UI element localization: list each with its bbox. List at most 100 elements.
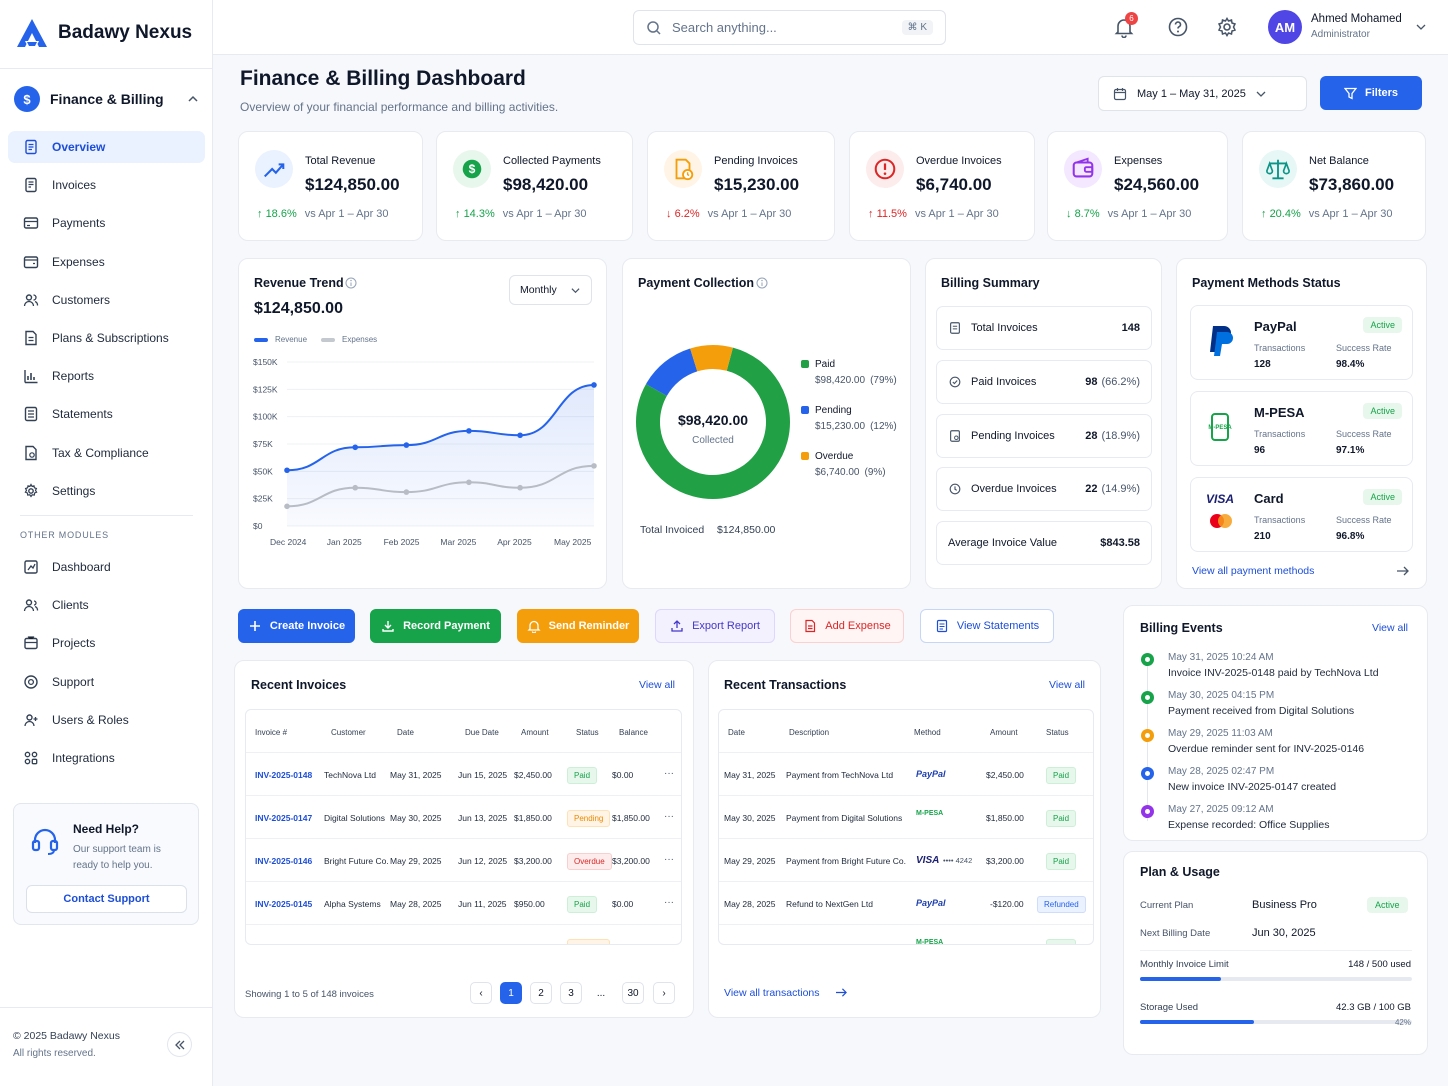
- expenses-point[interactable]: [284, 503, 290, 510]
- table-cell: May 29, 2025: [390, 856, 442, 866]
- billing-row-total-invoices[interactable]: Total Invoices 148: [936, 306, 1152, 350]
- sidebar-item-integrations[interactable]: Integrations: [8, 742, 205, 774]
- event-text[interactable]: Expense recorded: Office Supplies: [1168, 819, 1329, 831]
- more-actions-icon[interactable]: ···: [664, 768, 674, 779]
- sidebar-item-support[interactable]: Support: [8, 666, 205, 698]
- sidebar-item-tax-compliance[interactable]: Tax & Compliance: [8, 437, 205, 469]
- collapse-sidebar-button[interactable]: [167, 1032, 192, 1057]
- payment-methods-title: Payment Methods Status: [1192, 276, 1341, 290]
- sidebar-item-users-roles[interactable]: Users & Roles: [8, 704, 205, 736]
- date-range-picker[interactable]: May 1 – May 31, 2025: [1098, 76, 1307, 111]
- kpi-pending-invoices[interactable]: Pending Invoices $15,230.00 ↓ 6.2% vs Apr 1…: [647, 131, 835, 241]
- sidebar-item-overview[interactable]: Overview: [8, 131, 205, 163]
- chevron-down-icon[interactable]: [1416, 22, 1426, 32]
- invoices-view-all-link[interactable]: View all: [639, 679, 675, 691]
- billing-row-average-invoice-value[interactable]: Average Invoice Value $843.58: [936, 521, 1152, 565]
- events-view-all-link[interactable]: View all: [1372, 622, 1408, 634]
- revenue-point[interactable]: [403, 442, 410, 448]
- user-name[interactable]: Ahmed Mohamed: [1311, 13, 1402, 25]
- info-icon[interactable]: [756, 277, 768, 289]
- invoice-link[interactable]: INV-2025-0147: [255, 813, 312, 823]
- sidebar-item-settings[interactable]: Settings: [8, 475, 205, 507]
- sidebar-item-expenses[interactable]: Expenses: [8, 246, 205, 278]
- send-reminder-button[interactable]: Send Reminder: [517, 609, 639, 643]
- notification-badge: 6: [1125, 12, 1138, 25]
- period-select[interactable]: Monthly: [509, 275, 592, 305]
- invoice-link[interactable]: INV-2025-0148: [255, 770, 312, 780]
- event-text[interactable]: Payment received from Digital Solutions: [1168, 705, 1354, 717]
- help-icon[interactable]: [1167, 16, 1189, 38]
- revenue-point[interactable]: [284, 467, 290, 474]
- payment-method-paypal[interactable]: PayPal Active Transactions Success Rate 128 9…: [1190, 305, 1413, 380]
- kpi-net-balance[interactable]: Net Balance $73,860.00 ↑ 20.4% vs Apr 1 – A…: [1242, 131, 1426, 241]
- expenses-point[interactable]: [403, 489, 410, 495]
- sidebar-item-plans-subscriptions[interactable]: Plans & Subscriptions: [8, 322, 205, 354]
- brand-logo[interactable]: Badawy Nexus: [16, 18, 192, 48]
- revenue-point[interactable]: [466, 428, 472, 434]
- view-all-transactions-link[interactable]: View all transactions: [724, 987, 820, 999]
- invoice-link[interactable]: INV-2025-0145: [255, 899, 312, 909]
- event-text[interactable]: Overdue reminder sent for INV-2025-0146: [1168, 743, 1364, 755]
- revenue-point[interactable]: [591, 382, 597, 388]
- view-statements-button[interactable]: View Statements: [920, 609, 1054, 643]
- contact-support-button[interactable]: Contact Support: [26, 885, 187, 913]
- pagination-page[interactable]: 30: [622, 982, 644, 1004]
- search-input[interactable]: Search anything...: [672, 20, 777, 35]
- view-all-payment-methods-link[interactable]: View all payment methods: [1192, 565, 1314, 577]
- export-report-button[interactable]: Export Report: [655, 609, 775, 643]
- donut-center-label: Collected: [692, 435, 734, 446]
- sidebar-item-customers[interactable]: Customers: [8, 284, 205, 316]
- kpi-overdue-invoices[interactable]: Overdue Invoices $6,740.00 ↑ 11.5% vs Apr 1…: [849, 131, 1035, 241]
- kpi-total-revenue[interactable]: Total Revenue $124,850.00 ↑ 18.6% vs Apr 1 …: [238, 131, 423, 241]
- arrow-right-icon[interactable]: [1396, 565, 1410, 577]
- column-header: Date: [397, 728, 414, 737]
- sidebar-item-label: Dashboard: [52, 560, 111, 574]
- info-icon[interactable]: [345, 277, 357, 289]
- sidebar-item-invoices[interactable]: Invoices: [8, 169, 205, 201]
- module-switcher[interactable]: $ Finance & Billing: [14, 84, 199, 114]
- sidebar-item-statements[interactable]: Statements: [8, 398, 205, 430]
- expenses-point[interactable]: [591, 463, 597, 469]
- filters-button[interactable]: Filters: [1320, 76, 1422, 110]
- pagination-page[interactable]: ...: [590, 982, 612, 1004]
- expenses-point[interactable]: [466, 479, 472, 486]
- pagination-prev[interactable]: ‹: [470, 982, 492, 1004]
- search-bar[interactable]: Search anything... ⌘ K: [633, 10, 946, 45]
- billing-summary-title: Billing Summary: [941, 276, 1040, 290]
- event-text[interactable]: Invoice INV-2025-0148 paid by TechNova L…: [1168, 667, 1379, 679]
- record-payment-button[interactable]: Record Payment: [370, 609, 501, 643]
- sidebar-item-clients[interactable]: Clients: [8, 589, 205, 621]
- pagination-page[interactable]: 1: [500, 982, 522, 1004]
- billing-row-paid-invoices[interactable]: Paid Invoices 98 (66.2%): [936, 360, 1152, 404]
- event-text[interactable]: New invoice INV-2025-0147 created: [1168, 781, 1336, 793]
- gear-icon[interactable]: [1216, 16, 1238, 38]
- payment-method-m-pesa[interactable]: M-PESA M-PESA Active Transactions Success Ra…: [1190, 391, 1413, 466]
- pagination-page[interactable]: 3: [560, 982, 582, 1004]
- sidebar-item-projects[interactable]: Projects: [8, 627, 205, 659]
- billing-row-pending-invoices[interactable]: Pending Invoices 28 (18.9%): [936, 414, 1152, 458]
- expenses-point[interactable]: [352, 484, 359, 491]
- more-actions-icon[interactable]: ···: [664, 940, 674, 944]
- pagination-page[interactable]: 2: [530, 982, 552, 1004]
- invoice-link[interactable]: INV-2025-0146: [255, 856, 312, 866]
- expenses-point[interactable]: [517, 484, 523, 491]
- more-actions-icon[interactable]: ···: [664, 854, 674, 865]
- kpi-collected-payments[interactable]: $ Collected Payments $98,420.00 ↑ 14.3% vs A…: [436, 131, 633, 241]
- pagination-next[interactable]: ›: [653, 982, 675, 1004]
- sidebar-item-reports[interactable]: Reports: [8, 360, 205, 392]
- transactions-view-all-link[interactable]: View all: [1049, 679, 1085, 691]
- billing-row-overdue-invoices[interactable]: Overdue Invoices 22 (14.9%): [936, 467, 1152, 511]
- arrow-right-icon[interactable]: [835, 987, 848, 998]
- sidebar-item-dashboard[interactable]: Dashboard: [8, 551, 205, 583]
- sidebar-item-payments[interactable]: Payments: [8, 207, 205, 239]
- invoice-link[interactable]: INV-2025-0144: [255, 942, 312, 944]
- create-invoice-button[interactable]: Create Invoice: [238, 609, 355, 643]
- kpi-expenses[interactable]: Expenses $24,560.00 ↓ 8.7% vs Apr 1 – Apr 3…: [1047, 131, 1228, 241]
- more-actions-icon[interactable]: ···: [664, 897, 674, 908]
- avatar[interactable]: AM: [1268, 10, 1302, 44]
- payment-method-card[interactable]: VISA Card Active Transactions Success Rate 21…: [1190, 477, 1413, 552]
- revenue-point[interactable]: [517, 432, 523, 439]
- add-expense-button[interactable]: Add Expense: [790, 609, 904, 643]
- revenue-point[interactable]: [352, 444, 359, 451]
- more-actions-icon[interactable]: ···: [664, 811, 674, 822]
